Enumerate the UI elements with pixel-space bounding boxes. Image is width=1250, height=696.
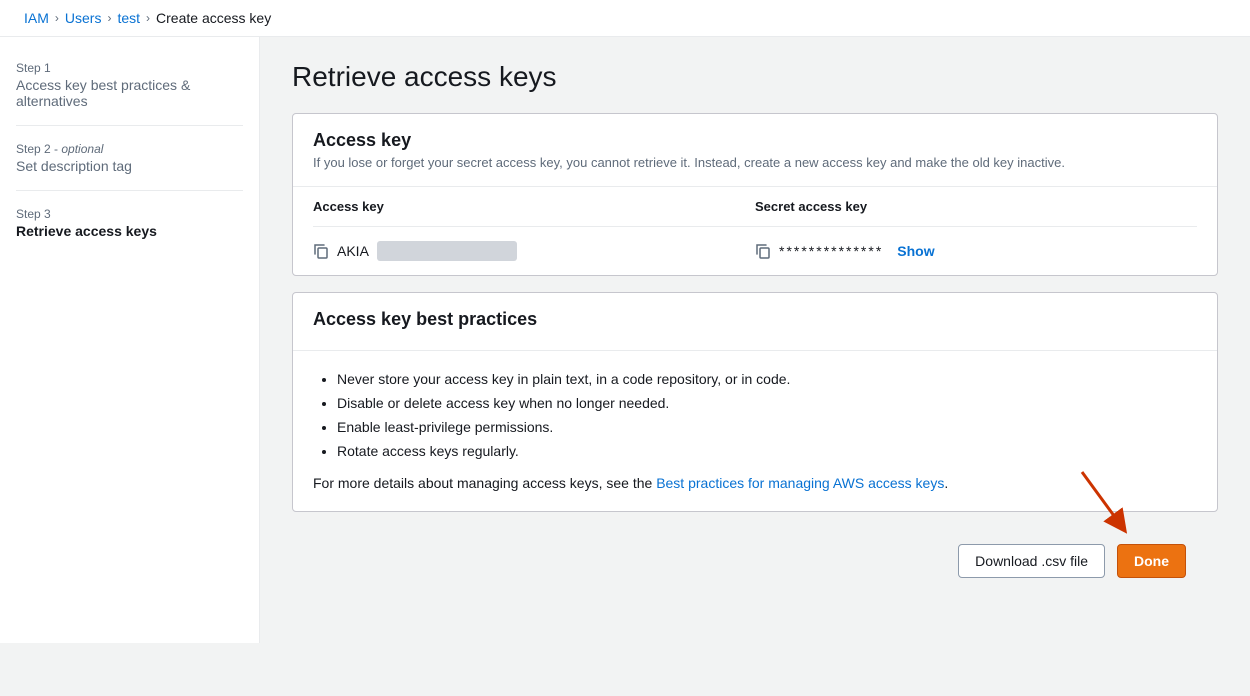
secret-key-cell: ************** Show bbox=[755, 227, 1197, 276]
copy-icon-access-key[interactable] bbox=[313, 243, 329, 259]
sidebar-step-2[interactable]: Step 2 - optional Set description tag bbox=[16, 142, 243, 174]
sidebar: Step 1 Access key best practices & alter… bbox=[0, 37, 260, 643]
best-practices-body: Never store your access key in plain tex… bbox=[293, 351, 1217, 511]
copy-icon-secret-key[interactable] bbox=[755, 243, 771, 259]
sidebar-step-1[interactable]: Step 1 Access key best practices & alter… bbox=[16, 61, 243, 109]
list-item: Disable or delete access key when no lon… bbox=[337, 395, 1197, 411]
breadcrumb-sep-2: › bbox=[107, 11, 111, 25]
step1-label: Step 1 bbox=[16, 61, 243, 75]
access-key-table: Access key Secret access key bbox=[313, 187, 1197, 275]
best-practices-link[interactable]: Best practices for managing AWS access k… bbox=[656, 475, 944, 491]
step3-label: Step 3 bbox=[16, 207, 243, 221]
step-divider-1 bbox=[16, 125, 243, 126]
access-key-card-title: Access key bbox=[313, 130, 1197, 151]
main-content: Retrieve access keys Access key If you l… bbox=[260, 37, 1250, 643]
step1-title: Access key best practices & alternatives bbox=[16, 77, 243, 109]
list-item: Enable least-privilege permissions. bbox=[337, 419, 1197, 435]
breadcrumb: IAM › Users › test › Create access key bbox=[0, 0, 1250, 37]
breadcrumb-iam[interactable]: IAM bbox=[24, 10, 49, 26]
page-title: Retrieve access keys bbox=[292, 61, 1218, 93]
breadcrumb-users[interactable]: Users bbox=[65, 10, 102, 26]
download-csv-button[interactable]: Download .csv file bbox=[958, 544, 1105, 578]
access-key-card-body: Access key Secret access key bbox=[293, 187, 1217, 275]
step2-title: Set description tag bbox=[16, 158, 243, 174]
breadcrumb-sep-1: › bbox=[55, 11, 59, 25]
access-key-cell: AKIA bbox=[313, 227, 755, 276]
table-row: AKIA ************** bbox=[313, 227, 1197, 276]
access-key-prefix: AKIA bbox=[337, 243, 369, 259]
list-item: Never store your access key in plain tex… bbox=[337, 371, 1197, 387]
best-practices-card: Access key best practices Never store yo… bbox=[292, 292, 1218, 512]
footer-text: For more details about managing access k… bbox=[313, 475, 1197, 491]
best-practices-header: Access key best practices bbox=[293, 293, 1217, 351]
breadcrumb-test[interactable]: test bbox=[117, 10, 140, 26]
access-key-card-header: Access key If you lose or forget your se… bbox=[293, 114, 1217, 187]
col-secret-key: Secret access key bbox=[755, 187, 1197, 227]
step3-title: Retrieve access keys bbox=[16, 223, 243, 239]
step-divider-2 bbox=[16, 190, 243, 191]
sidebar-step-3[interactable]: Step 3 Retrieve access keys bbox=[16, 207, 243, 239]
step2-label: Step 2 - optional bbox=[16, 142, 243, 156]
breadcrumb-current: Create access key bbox=[156, 10, 271, 26]
done-button[interactable]: Done bbox=[1117, 544, 1186, 578]
access-key-redacted bbox=[377, 241, 517, 261]
show-secret-link[interactable]: Show bbox=[897, 243, 934, 259]
list-item: Rotate access keys regularly. bbox=[337, 443, 1197, 459]
footer-actions: Download .csv file Done bbox=[292, 528, 1218, 594]
best-practices-title: Access key best practices bbox=[313, 309, 1197, 330]
secret-key-masked: ************** bbox=[779, 243, 883, 259]
breadcrumb-sep-3: › bbox=[146, 11, 150, 25]
best-practices-list: Never store your access key in plain tex… bbox=[313, 371, 1197, 459]
col-access-key: Access key bbox=[313, 187, 755, 227]
access-key-card-subtitle: If you lose or forget your secret access… bbox=[313, 155, 1197, 170]
access-key-card: Access key If you lose or forget your se… bbox=[292, 113, 1218, 276]
